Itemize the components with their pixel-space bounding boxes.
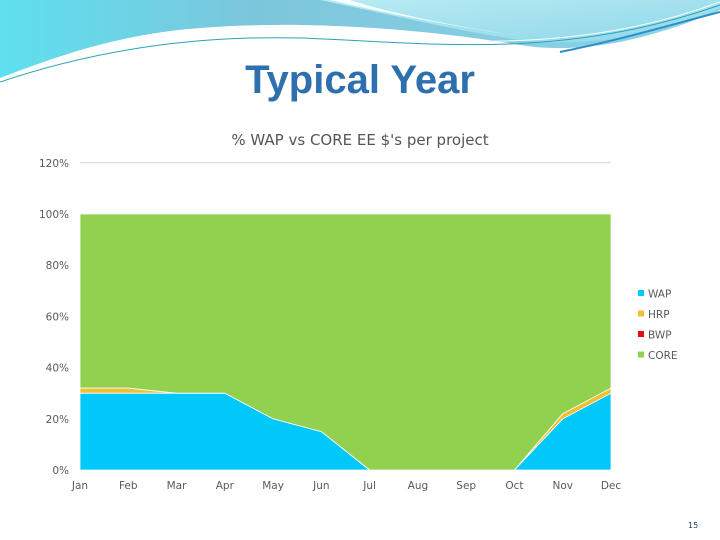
y-tick-label: 80% [46, 260, 69, 272]
y-tick-label: 60% [46, 311, 69, 323]
stacked-area-chart: % WAP vs CORE EE $'s per project 0% 20% 40%… [39, 131, 678, 492]
x-tick-label: Oct [505, 480, 523, 492]
y-tick-label: 40% [46, 363, 69, 375]
legend-label-wap: WAP [648, 289, 671, 301]
legend-swatch-bwp [638, 331, 644, 337]
legend-label-bwp: BWP [648, 330, 672, 342]
x-tick-label: Mar [167, 480, 187, 492]
page-number: 15 [688, 521, 699, 530]
x-tick-label: Jun [312, 480, 329, 492]
y-tick-label: 20% [46, 414, 69, 426]
x-tick-label: Feb [119, 480, 138, 492]
legend-swatch-hrp [638, 310, 644, 317]
x-tick-label: May [262, 480, 284, 492]
x-tick-label: Apr [216, 480, 235, 492]
x-tick-label: Jul [362, 480, 376, 492]
x-tick-label: Dec [601, 480, 622, 492]
y-tick-label: 100% [39, 209, 69, 221]
y-tick-label: 0% [52, 465, 69, 477]
legend-swatch-wap [638, 290, 644, 296]
y-tick-label: 120% [39, 158, 69, 170]
x-tick-label: Nov [552, 480, 573, 492]
x-tick-label: Aug [408, 480, 429, 492]
x-tick-label: Jan [71, 480, 88, 492]
chart-title: % WAP vs CORE EE $'s per project [231, 131, 488, 149]
legend-label-hrp: HRP [648, 309, 670, 321]
legend-label-core: CORE [648, 350, 678, 362]
x-tick-label: Sep [456, 480, 476, 492]
legend-swatch-core [638, 351, 644, 358]
